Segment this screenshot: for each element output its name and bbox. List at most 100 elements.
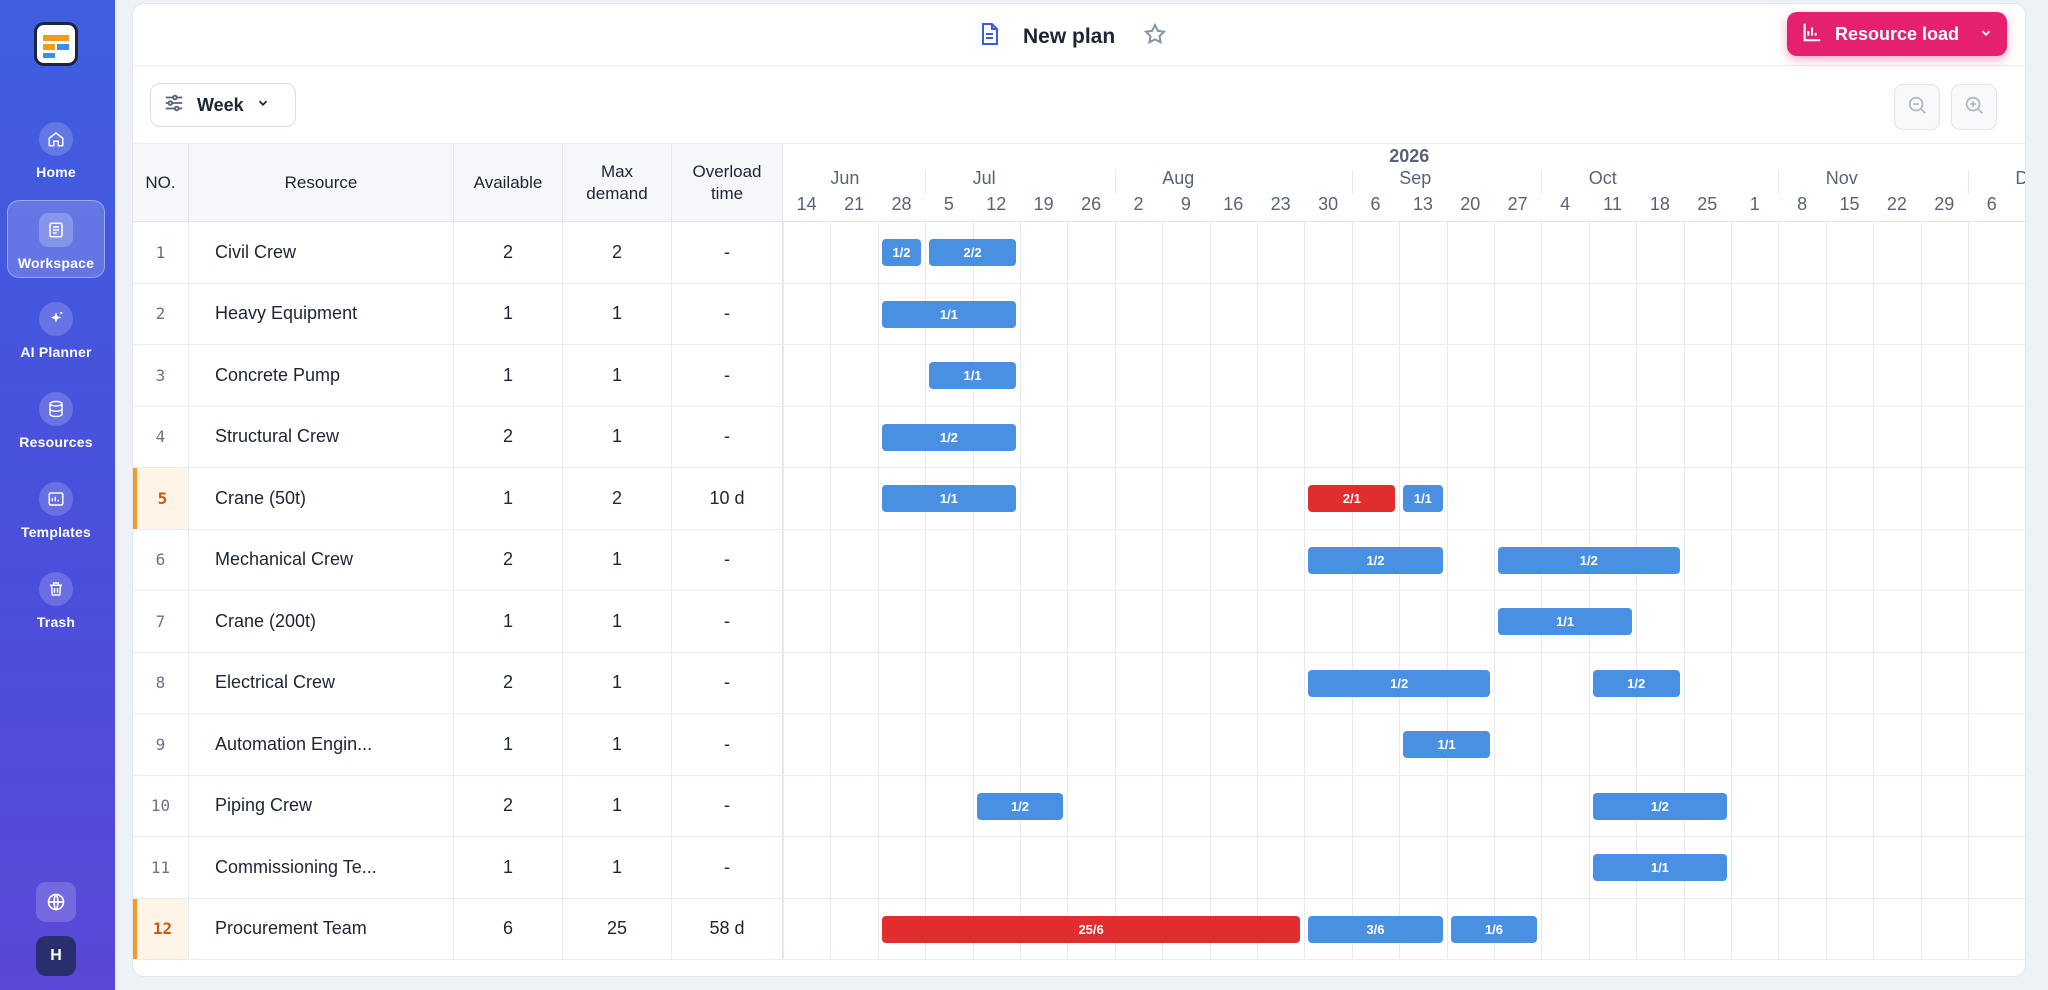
grid-column-line (1494, 222, 1495, 960)
globe-icon[interactable] (36, 882, 76, 922)
load-bar[interactable]: 1/1 (881, 300, 1016, 328)
table-row[interactable]: 5 Crane (50t) 1 2 10 d (133, 468, 783, 530)
load-bar[interactable]: 1/1 (1403, 485, 1443, 513)
week-label: 26 (1081, 194, 1102, 214)
cell-resource: Structural Crew (189, 406, 454, 467)
cell-no: 8 (133, 652, 189, 713)
month-separator (1351, 170, 1353, 194)
grid-row-line (783, 282, 2025, 284)
resource-load-button[interactable]: Resource load (1787, 12, 2007, 56)
sidebar-item-label: AI Planner (20, 344, 92, 360)
load-bar[interactable]: 1/2 (976, 792, 1064, 820)
load-bar[interactable]: 1/2 (1592, 792, 1727, 820)
cell-no: 12 (133, 898, 189, 959)
sliders-icon (163, 92, 185, 119)
load-bar[interactable]: 1/2 (881, 239, 922, 267)
table-row[interactable]: 11 Commissioning Te... 1 1- (133, 837, 783, 899)
load-bar[interactable]: 2/2 (929, 239, 1016, 267)
sparkle-icon (39, 302, 73, 336)
cell-resource: Crane (50t) (189, 468, 454, 529)
cell-overload: - (672, 775, 783, 836)
table-row[interactable]: 1 Civil Crew 2 2- (133, 222, 783, 284)
week-label: 20 (1460, 194, 1481, 214)
cell-no: 5 (133, 468, 189, 529)
sidebar-item-resources[interactable]: Resources (7, 380, 105, 458)
page-title: New plan (1023, 24, 1116, 48)
resource-load-chart: 2026 14 21 28 5 12 19 26 2 9 16 23 30 6 13 20 27 4 11 18 25… (783, 144, 2025, 976)
grid-row-line (783, 774, 2025, 776)
load-bar[interactable]: 1/1 (1403, 731, 1490, 759)
grid-column-line (1114, 222, 1116, 960)
cell-overload: - (672, 714, 783, 775)
sidebar-item-trash[interactable]: Trash (7, 560, 105, 638)
grid-column-line (972, 222, 974, 960)
app-logo[interactable] (34, 22, 78, 66)
load-bar-overload[interactable]: 2/1 (1308, 485, 1396, 513)
star-icon[interactable] (1143, 22, 1167, 51)
table-row[interactable]: 12 Procurement Team 6 25 58 d (133, 898, 783, 960)
cell-available: 1 (454, 345, 563, 406)
avatar[interactable]: H (36, 936, 76, 976)
grid-column-line (1825, 222, 1827, 960)
sidebar-item-workspace[interactable]: Workspace (7, 200, 105, 278)
table-row[interactable]: 10 Piping Crew 2 1- (133, 775, 783, 837)
load-bar[interactable]: 1/1 (929, 362, 1016, 390)
month-label: Oct (1588, 168, 1617, 188)
load-bar[interactable]: 1/2 (1308, 546, 1443, 574)
sidebar-item-home[interactable]: Home (7, 110, 105, 188)
cell-no: 1 (133, 222, 189, 283)
grid-row-line (783, 344, 2025, 345)
week-label: 25 (1697, 194, 1718, 214)
month-label: Nov (1825, 168, 1858, 188)
week-label: 29 (1934, 194, 1955, 214)
grid-column-line (1209, 222, 1211, 960)
table-row[interactable]: 3 Concrete Pump 1 1- (133, 345, 783, 407)
grid-column-line (925, 222, 927, 960)
table-row[interactable]: 7 Crane (200t) 1 1- (133, 591, 783, 653)
week-label: 19 (1033, 194, 1054, 214)
cell-max-demand: 1 (563, 283, 672, 344)
grid-column-line (1873, 222, 1875, 960)
table-row[interactable]: 9 Automation Engin... 1 1- (133, 714, 783, 776)
load-bar[interactable]: 1/2 (1308, 669, 1490, 697)
month-separator (1968, 170, 1969, 194)
sidebar-item-templates[interactable]: Templates (7, 470, 105, 548)
load-bar-overload[interactable]: 25/6 (881, 915, 1301, 943)
timeline-header: 2026 14 21 28 5 12 19 26 2 9 16 23 30 6 13 20 27 4 11 18 25… (783, 144, 2025, 222)
load-bar[interactable]: 1/2 (1592, 669, 1680, 697)
load-bar[interactable]: 1/1 (1592, 854, 1727, 882)
template-icon (39, 482, 73, 516)
load-bar[interactable]: 1/2 (1498, 546, 1680, 574)
grid-column-line (1351, 222, 1353, 960)
load-bar[interactable]: 1/1 (881, 485, 1016, 513)
table-row[interactable]: 6 Mechanical Crew 2 1- (133, 529, 783, 591)
month-separator (925, 170, 927, 194)
week-label: 30 (1318, 194, 1339, 214)
column-header-max-demand: Max demand (563, 144, 672, 222)
grid-column-line (1304, 222, 1306, 960)
cell-resource: Electrical Crew (189, 652, 454, 713)
cell-overload: - (672, 283, 783, 344)
week-label: 28 (891, 194, 912, 214)
week-label: 2 (1133, 194, 1144, 214)
table-row[interactable]: 8 Electrical Crew 2 1- (133, 652, 783, 714)
cell-overload: - (672, 222, 783, 283)
load-bar[interactable]: 1/6 (1450, 915, 1538, 943)
load-bar[interactable]: 1/2 (881, 423, 1016, 451)
zoom-in-button[interactable] (1951, 84, 1997, 130)
column-header-available: Available (454, 144, 563, 222)
table-row[interactable]: 2 Heavy Equipment 1 1- (133, 283, 783, 345)
cell-overload: - (672, 529, 783, 590)
week-label: 8 (1797, 194, 1808, 214)
cell-no: 2 (133, 283, 189, 344)
week-label: 9 (1180, 194, 1191, 214)
view-select[interactable]: Week (150, 83, 296, 127)
load-bar[interactable]: 3/6 (1308, 915, 1443, 943)
sidebar-item-ai-planner[interactable]: AI Planner (7, 290, 105, 368)
cell-available: 1 (454, 591, 563, 652)
table-row[interactable]: 4 Structural Crew 2 1- (133, 406, 783, 468)
zoom-in-icon (1963, 94, 1985, 121)
month-separator (1114, 170, 1116, 194)
zoom-out-button[interactable] (1894, 84, 1940, 130)
load-bar[interactable]: 1/1 (1498, 608, 1633, 636)
